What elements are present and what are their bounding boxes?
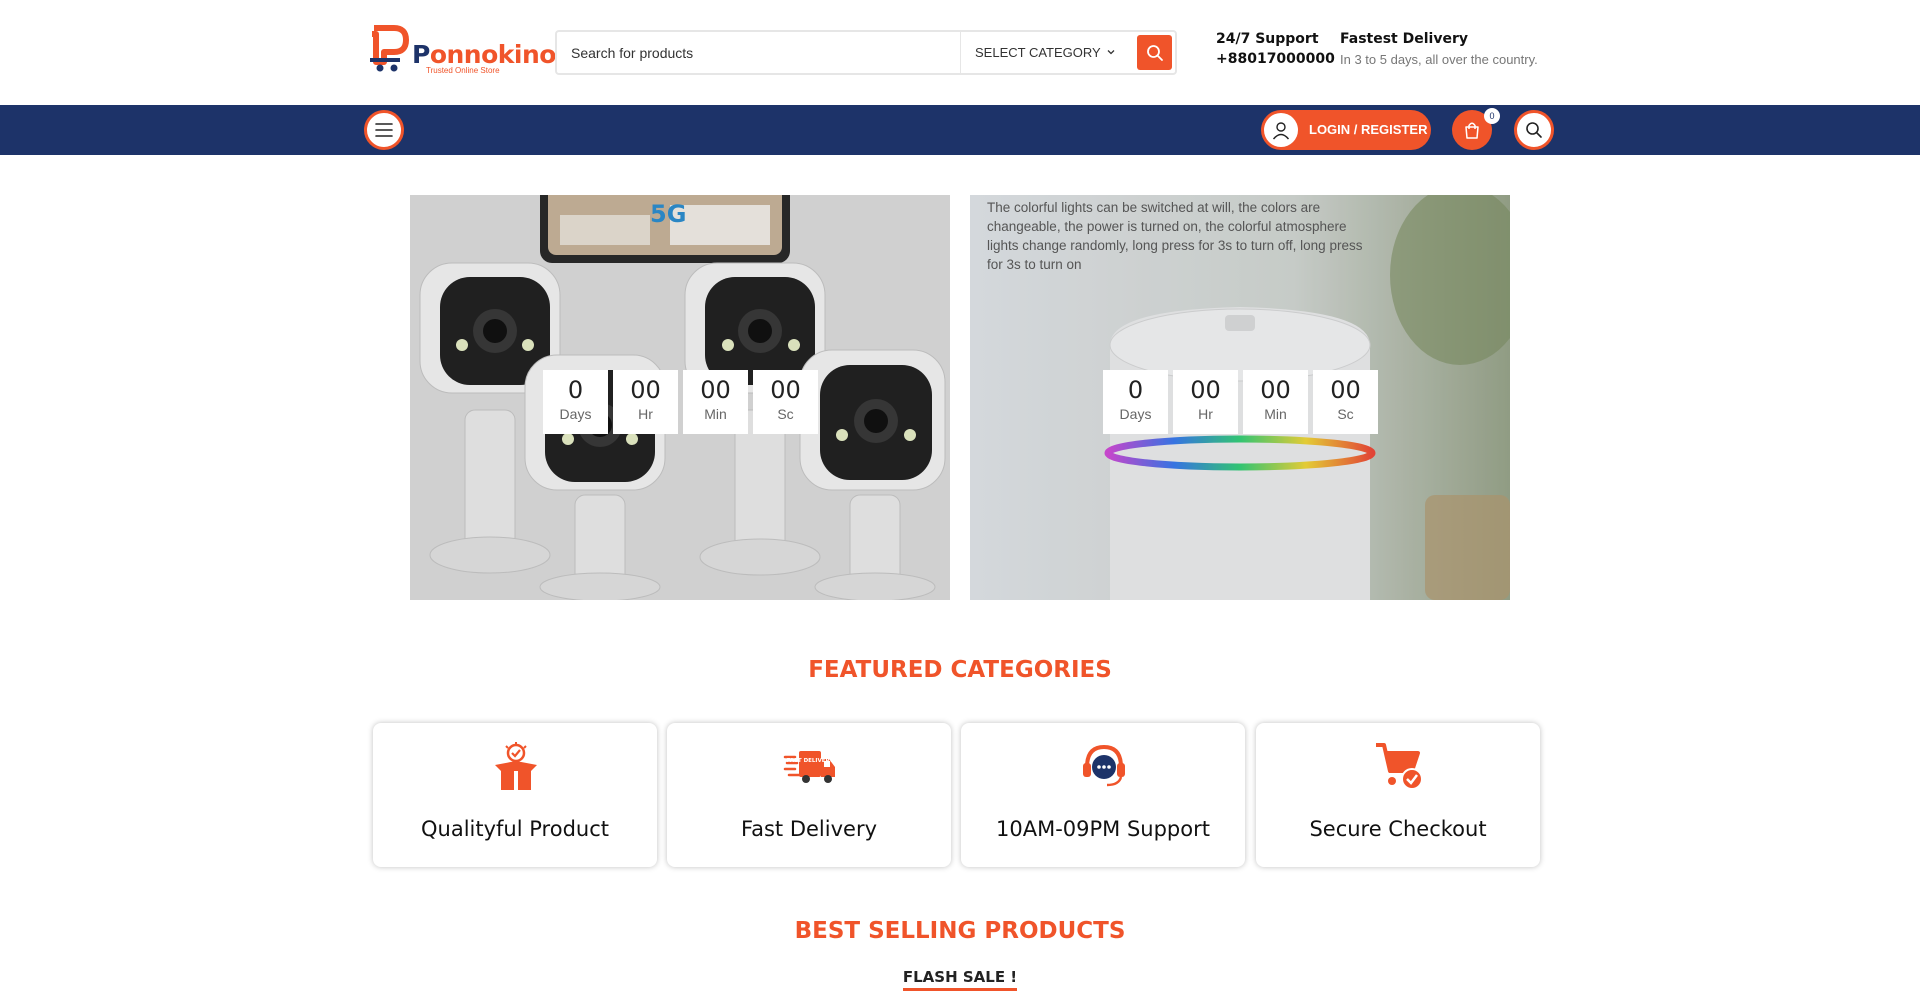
brand-name: Ponnokino [412,40,556,69]
banner-caption: The colorful lights can be switched at w… [987,200,1363,272]
nav-search-button[interactable] [1514,110,1554,150]
countdown-seconds: 00 Sc [753,370,818,434]
search-button[interactable] [1137,35,1172,70]
cart-check-icon [1376,743,1423,790]
cart-count-badge: 0 [1484,108,1500,124]
countdown-minutes: 00 Min [1243,370,1308,434]
search-bar: SELECT CATEGORY [555,30,1177,75]
deal-banner-humidifier[interactable]: The colorful lights can be switched at w… [970,195,1510,600]
countdown-unit: Hr [638,406,653,422]
deal-banner-camera[interactable]: 5G 0 Days 00 Hr 00 Min 00 Sc [410,195,950,600]
countdown-value: 00 [1190,376,1221,404]
countdown-value: 00 [1260,376,1291,404]
countdown-unit: Min [704,406,727,422]
truck-fast-delivery-text: FAST DELIVERY [787,758,835,764]
countdown-unit: Sc [777,406,794,422]
user-icon-wrap [1264,113,1298,147]
delivery-title: Fastest Delivery [1340,31,1468,47]
login-register-button[interactable]: LOGIN / REGISTER [1261,110,1431,150]
category-select-label: SELECT CATEGORY [975,45,1101,60]
countdown-hours: 00 Hr [1173,370,1238,434]
countdown-unit: Days [559,406,592,422]
feature-card-label: Fast Delivery [740,817,878,841]
menu-button[interactable] [364,110,404,150]
site-logo[interactable]: Ponnokino Trusted Online Store [368,22,556,78]
countdown-value: 00 [630,376,661,404]
countdown-value: 0 [567,376,584,404]
flash-sale-tab: FLASH SALE ! [0,968,1920,991]
login-register-label: LOGIN / REGISTER [1309,122,1428,137]
feature-card-label: Qualityful Product [421,817,609,841]
countdown-value: 00 [700,376,731,404]
countdown-unit: Days [1119,406,1152,422]
feature-card-delivery[interactable]: FAST DELIVERY Fast Delivery [667,723,951,867]
countdown-days: 0 Days [1103,370,1168,434]
main-navbar: LOGIN / REGISTER [0,105,1920,155]
delivery-info: Fastest Delivery In 3 to 5 days, all ove… [1340,31,1538,67]
search-icon [1526,122,1542,138]
chevron-down-icon [1107,50,1115,55]
countdown-minutes: 00 Min [683,370,748,434]
headset-support-icon [1083,744,1125,787]
shopping-bag-icon [1465,122,1479,139]
support-phone[interactable]: +88017000000 [1216,51,1335,67]
feature-card-support[interactable]: 10AM-09PM Support [961,723,1245,867]
category-select[interactable]: SELECT CATEGORY [960,32,1130,73]
top-header: Ponnokino Trusted Online Store SELECT CA… [0,0,1920,105]
best-selling-title: BEST SELLING PRODUCTS [794,918,1126,944]
countdown-unit: Hr [1198,406,1213,422]
gift-box-icon [495,742,537,790]
featured-categories-title: FEATURED CATEGORIES [808,657,1112,683]
feature-card-label: Secure Checkout [1309,817,1487,841]
countdown-hours: 00 Hr [613,370,678,434]
countdown-unit: Min [1264,406,1287,422]
search-icon [1146,44,1163,61]
hamburger-menu-icon [375,123,393,137]
countdown-timer: 0 Days 00 Hr 00 Min 00 Sc [543,370,818,434]
delivery-subtitle: In 3 to 5 days, all over the country. [1340,52,1538,67]
brand-initial: P [412,40,430,69]
user-icon [1272,122,1290,140]
countdown-unit: Sc [1337,406,1354,422]
brand-tagline: Trusted Online Store [426,66,500,75]
countdown-value: 00 [770,376,801,404]
support-title: 24/7 Support [1216,31,1319,47]
countdown-seconds: 00 Sc [1313,370,1378,434]
delivery-truck-icon: FAST DELIVERY [783,751,835,783]
countdown-value: 00 [1330,376,1361,404]
support-info: 24/7 Support +88017000000 [1216,31,1335,67]
flash-sale-label[interactable]: FLASH SALE ! [902,968,1018,991]
brand-rest: onnokino [429,40,557,69]
countdown-value: 0 [1127,376,1144,404]
feature-card-checkout[interactable]: Secure Checkout [1256,723,1540,867]
logo-cart-icon [370,25,409,72]
search-input[interactable] [571,32,941,73]
countdown-timer: 0 Days 00 Hr 00 Min 00 Sc [1103,370,1378,434]
feature-card-quality[interactable]: Qualityful Product [373,723,657,867]
feature-card-label: 10AM-09PM Support [996,817,1210,841]
countdown-days: 0 Days [543,370,608,434]
